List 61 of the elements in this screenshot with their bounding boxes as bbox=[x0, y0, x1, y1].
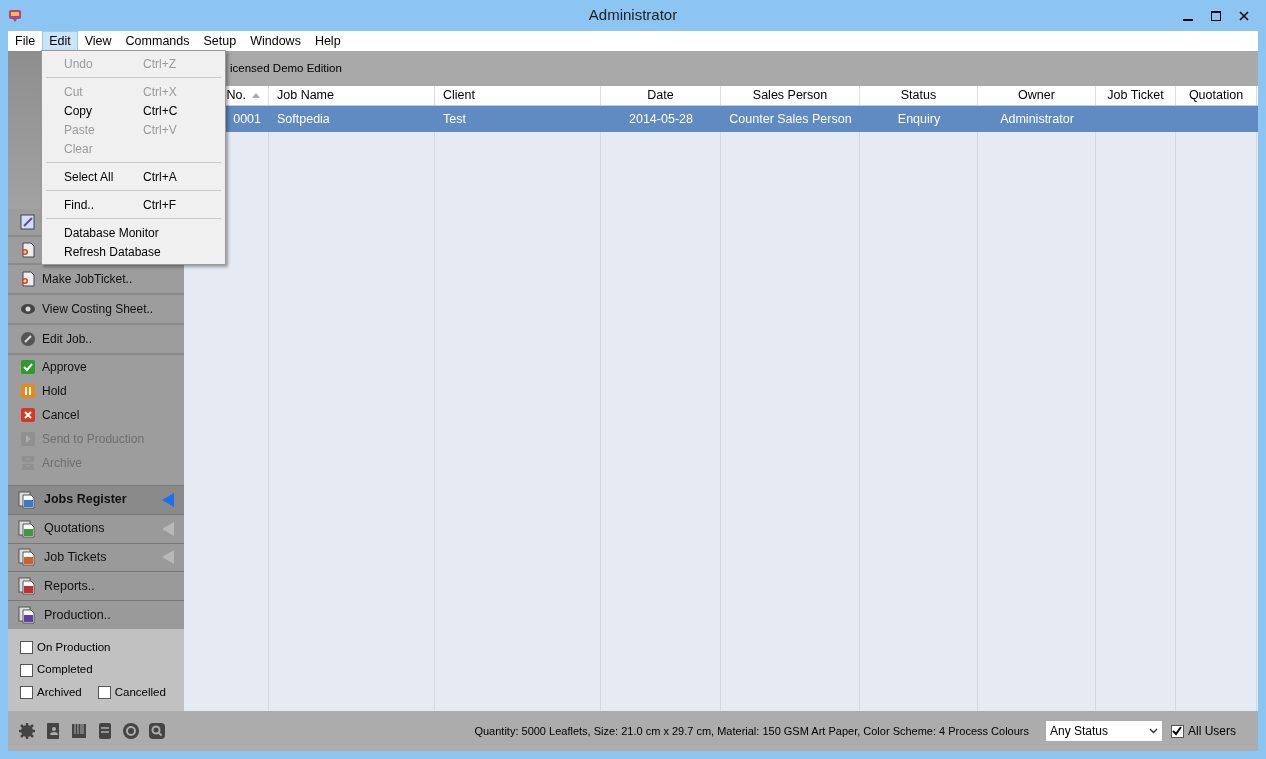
table-cell-text: Enquiry bbox=[897, 110, 941, 128]
document-stack-icon bbox=[18, 548, 36, 567]
window-title: Administrator bbox=[588, 5, 678, 26]
menu-item[interactable]: Help bbox=[307, 31, 348, 51]
filter-checkbox[interactable]: Archived bbox=[20, 683, 82, 701]
column-header[interactable]: Job Name bbox=[269, 86, 435, 105]
column-header[interactable]: Sales Person bbox=[721, 86, 860, 105]
arrow-icon bbox=[162, 521, 174, 536]
cross-icon bbox=[20, 406, 36, 423]
document-stack-icon bbox=[18, 490, 36, 509]
filter-checkbox[interactable]: Cancelled bbox=[97, 683, 166, 701]
column-header[interactable]: Status bbox=[860, 86, 978, 105]
sidebar-action[interactable]: Hold bbox=[8, 378, 184, 403]
table-cell-text: Test bbox=[443, 110, 466, 128]
page-plus-icon bbox=[20, 241, 36, 258]
selected-arrow-icon bbox=[162, 492, 174, 507]
page-plus-icon bbox=[20, 270, 36, 287]
arrow-icon bbox=[162, 550, 174, 565]
menu-option[interactable]: Database Monitor bbox=[44, 223, 223, 242]
column-header[interactable]: Date bbox=[601, 86, 721, 105]
play-icon bbox=[20, 430, 36, 447]
checkmark-icon bbox=[1172, 726, 1183, 736]
pencil-icon bbox=[20, 330, 36, 347]
table-cell-text: 0001 bbox=[233, 110, 261, 128]
filter-checkbox[interactable]: Completed bbox=[20, 661, 93, 679]
column-header[interactable]: Job Ticket bbox=[1096, 86, 1176, 105]
search-icon[interactable] bbox=[148, 722, 166, 740]
document-stack-icon bbox=[18, 519, 36, 538]
check-icon bbox=[20, 358, 36, 375]
pause-icon bbox=[20, 382, 36, 399]
menu-item[interactable]: Commands bbox=[118, 31, 197, 51]
app-logo-icon bbox=[8, 8, 22, 23]
menu-item[interactable]: Setup bbox=[196, 31, 244, 51]
gear-icon[interactable] bbox=[18, 722, 36, 740]
filter-checkbox[interactable]: On Production bbox=[20, 639, 111, 657]
table-cell-text: Administrator bbox=[1000, 110, 1074, 128]
table-cell-text: 2014-05-28 bbox=[629, 110, 693, 128]
barcode-icon[interactable] bbox=[70, 722, 88, 740]
menu-item[interactable]: Windows bbox=[243, 31, 308, 51]
menu-option[interactable]: Select All Ctrl+A bbox=[44, 167, 223, 186]
page-pencil-icon bbox=[20, 213, 36, 230]
column-header[interactable]: Client bbox=[435, 86, 601, 105]
menu-item[interactable]: File bbox=[8, 31, 43, 51]
sidebar-action[interactable]: Cancel bbox=[8, 402, 184, 427]
table-cell-text: Counter Sales Person bbox=[729, 110, 852, 128]
nav-item[interactable]: Jobs Register bbox=[8, 484, 184, 514]
menu-item[interactable]: View bbox=[77, 31, 119, 51]
column-header[interactable]: Quotation bbox=[1176, 86, 1257, 105]
menu-option[interactable]: Find.. Ctrl+F bbox=[44, 195, 223, 214]
status-dropdown[interactable]: Any Status bbox=[1045, 720, 1163, 742]
column-header[interactable]: Owner bbox=[978, 86, 1096, 105]
job-summary: Quantity: 5000 Leaflets, Size: 21.0 cm x 29.7 cm, Material: 150 GSM Art Paper, Color Scheme: 4 Process Colours bbox=[474, 723, 1029, 739]
address-book-icon[interactable] bbox=[44, 722, 62, 740]
chevron-down-icon bbox=[1149, 728, 1158, 734]
document-stack-icon bbox=[18, 577, 36, 596]
sidebar-action[interactable]: Approve bbox=[8, 354, 184, 379]
table-cell-text: Softpedia bbox=[277, 110, 330, 128]
document-stack-icon bbox=[18, 606, 36, 625]
menu-item[interactable]: Edit bbox=[42, 31, 78, 51]
menu-option[interactable]: Refresh Database bbox=[44, 242, 223, 261]
all-users-checkbox[interactable]: All Users bbox=[1171, 722, 1236, 740]
